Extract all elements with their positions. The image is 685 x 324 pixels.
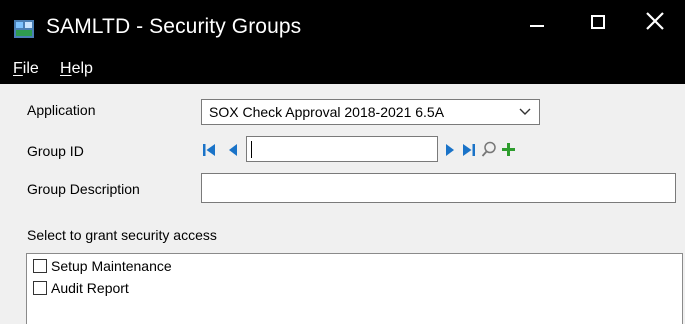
minimize-button[interactable] <box>513 0 559 44</box>
group-description-input[interactable] <box>201 173 676 203</box>
previous-record-icon[interactable] <box>227 143 239 157</box>
menu-bar: File Help <box>0 56 685 84</box>
minimize-icon <box>530 25 544 27</box>
form-area: Application SOX Check Approval 2018-2021… <box>0 84 685 324</box>
maximize-icon <box>591 15 605 29</box>
new-record-icon[interactable] <box>501 142 516 157</box>
menu-help[interactable]: Help <box>60 60 93 78</box>
close-icon <box>646 12 664 30</box>
menu-file-rest: ile <box>22 60 39 77</box>
list-item-setup-maintenance[interactable]: Setup Maintenance <box>33 256 172 276</box>
close-button[interactable] <box>632 0 678 44</box>
list-item-audit-report[interactable]: Audit Report <box>33 278 129 298</box>
text-caret <box>251 141 252 158</box>
group-id-input[interactable] <box>246 136 438 162</box>
application-value: SOX Check Approval 2018-2021 6.5A <box>209 104 445 120</box>
checkbox[interactable] <box>33 281 47 295</box>
application-select[interactable]: SOX Check Approval 2018-2021 6.5A <box>201 99 540 125</box>
app-icon <box>14 20 34 38</box>
window-title: SAMLTD - Security Groups <box>46 15 302 38</box>
chevron-down-icon <box>519 108 531 115</box>
finder-icon[interactable] <box>481 141 497 158</box>
maximize-button[interactable] <box>574 0 620 44</box>
menu-help-rest: elp <box>71 60 93 77</box>
list-item-label: Audit Report <box>51 280 129 296</box>
group-description-label: Group Description <box>27 181 140 197</box>
next-record-icon[interactable] <box>444 143 456 157</box>
access-heading: Select to grant security access <box>27 227 217 243</box>
group-id-label: Group ID <box>27 143 84 159</box>
first-record-icon[interactable] <box>202 143 216 157</box>
menu-file[interactable]: File <box>13 60 39 78</box>
security-access-list[interactable]: Setup Maintenance Audit Report <box>26 253 683 324</box>
title-bar: SAMLTD - Security Groups <box>0 0 685 56</box>
application-label: Application <box>27 102 96 118</box>
last-record-icon[interactable] <box>462 143 476 157</box>
checkbox[interactable] <box>33 259 47 273</box>
list-item-label: Setup Maintenance <box>51 258 172 274</box>
